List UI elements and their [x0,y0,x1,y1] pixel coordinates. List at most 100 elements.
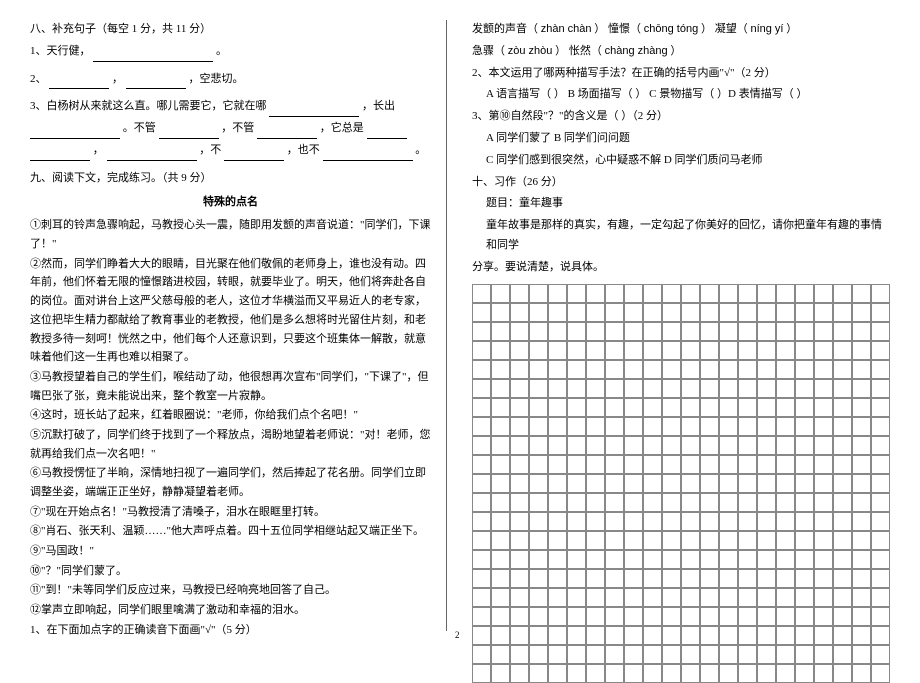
grid-cell [491,512,510,531]
grid-cell [529,569,548,588]
grid-cell [548,284,567,303]
grid-cell [586,512,605,531]
period: 。 [216,45,227,57]
grid-cell [833,379,852,398]
grid-cell [472,664,491,683]
grid-cell [510,493,529,512]
grid-cell [510,569,529,588]
grid-cell [757,322,776,341]
grid-cell [605,417,624,436]
q8-3-text4: ，不管 [221,122,254,134]
grid-cell [795,436,814,455]
comma: ， [112,73,123,85]
q9-3-options-ab: A 同学们蒙了 B 同学们问问题 [486,129,890,149]
grid-cell [700,664,719,683]
grid-cell [852,664,871,683]
grid-cell [776,455,795,474]
grid-cell [567,417,586,436]
grid-cell [719,531,738,550]
text: 急骤（ [472,45,505,57]
grid-cell [472,626,491,645]
q9-2-options: A 语言描写（ ） B 场面描写（ ） C 景物描写（ ）D 表情描写（ ） [486,85,890,105]
grid-cell [529,360,548,379]
grid-row [472,607,890,626]
grid-cell [586,531,605,550]
grid-cell [529,455,548,474]
grid-cell [510,417,529,436]
grid-cell [852,322,871,341]
grid-cell [681,626,700,645]
grid-cell [814,417,833,436]
grid-cell [586,493,605,512]
grid-cell [719,626,738,645]
grid-cell [681,588,700,607]
grid-cell [624,398,643,417]
para-12: ⑫掌声立即响起，同学们眼里噙满了激动和幸福的泪水。 [30,601,431,620]
grid-cell [833,626,852,645]
grid-cell [586,626,605,645]
grid-cell [662,512,681,531]
grid-cell [605,512,624,531]
grid-row [472,379,890,398]
blank [30,125,120,139]
grid-cell [833,607,852,626]
grid-cell [795,531,814,550]
grid-cell [814,588,833,607]
grid-cell [776,645,795,664]
grid-cell [586,303,605,322]
grid-cell [662,474,681,493]
grid-row [472,417,890,436]
grid-cell [871,607,890,626]
grid-cell [643,569,662,588]
grid-cell [738,493,757,512]
para-9: ⑨"马国政！" [30,542,431,561]
grid-cell [738,550,757,569]
grid-cell [719,303,738,322]
grid-cell [852,607,871,626]
grid-cell [567,360,586,379]
pinyin-chong-tong: chōng tóng [644,23,698,35]
q8-2-prefix: 2、 [30,73,47,85]
grid-cell [795,664,814,683]
grid-cell [757,360,776,379]
grid-cell [605,455,624,474]
blank [107,147,197,161]
grid-cell [662,322,681,341]
period: 。 [415,144,426,156]
q8-3-text2: ，长出 [362,100,395,112]
grid-cell [700,379,719,398]
grid-cell [852,436,871,455]
grid-cell [738,474,757,493]
grid-cell [567,398,586,417]
grid-cell [510,360,529,379]
grid-cell [643,398,662,417]
pinyin-zhan-chan: zhàn chàn [541,23,592,35]
grid-cell [852,550,871,569]
grid-cell [852,303,871,322]
grid-cell [624,664,643,683]
grid-cell [662,607,681,626]
grid-cell [738,360,757,379]
grid-cell [738,303,757,322]
grid-cell [719,322,738,341]
grid-cell [681,493,700,512]
grid-cell [833,588,852,607]
grid-cell [567,588,586,607]
comma: ， [93,144,104,156]
grid-cell [681,417,700,436]
grid-cell [548,588,567,607]
grid-cell [662,588,681,607]
grid-cell [586,455,605,474]
grid-cell [510,398,529,417]
grid-cell [643,455,662,474]
grid-cell [491,322,510,341]
grid-row [472,398,890,417]
grid-cell [871,493,890,512]
passage-body: ①刺耳的铃声急骤响起，马教授心头一震，随即用发颤的声音说道："同学们，下课了！"… [30,216,431,619]
para-7: ⑦"现在开始点名！"马教授清了清嗓子，泪水在眼眶里打转。 [30,503,431,522]
grid-cell [795,626,814,645]
grid-cell [491,398,510,417]
grid-cell [700,341,719,360]
grid-cell [871,322,890,341]
grid-cell [833,436,852,455]
